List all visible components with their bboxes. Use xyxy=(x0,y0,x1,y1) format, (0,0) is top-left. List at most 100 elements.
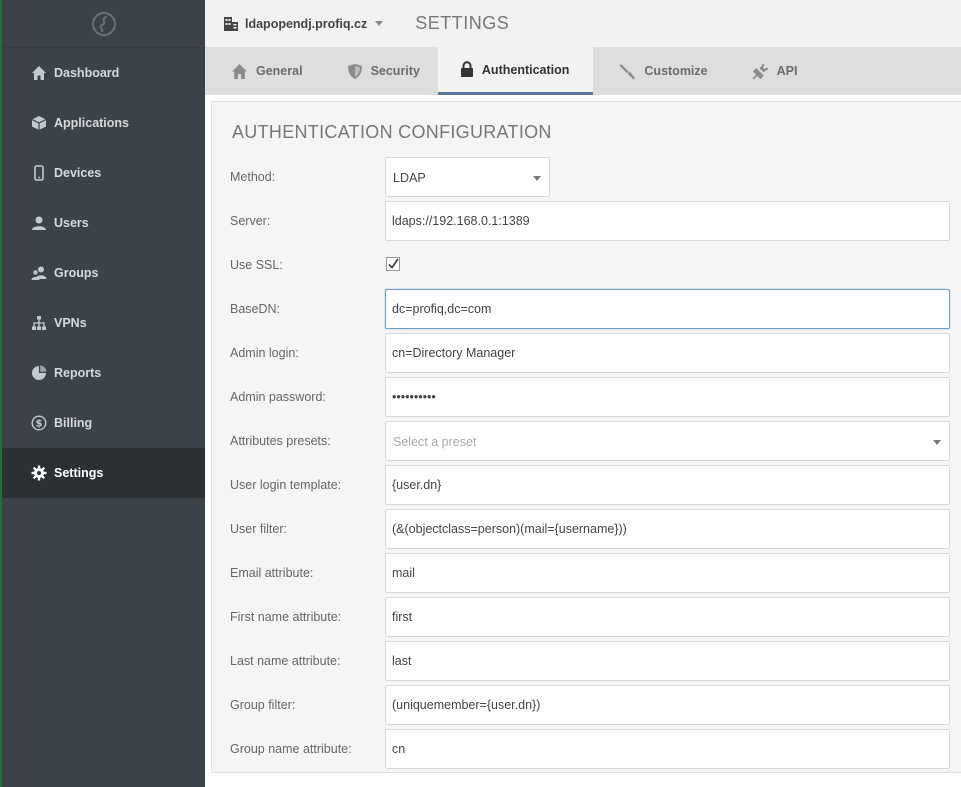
server-row: Server: xyxy=(230,201,950,241)
method-value: LDAP xyxy=(393,171,426,185)
user-login-template-row: User login template: xyxy=(230,465,950,505)
email-attribute-row: Email attribute: xyxy=(230,553,950,593)
site-name: ldapopendj.profiq.cz xyxy=(245,16,368,31)
admin-login-label: Admin login: xyxy=(230,346,299,360)
use-ssl-row: Use SSL: xyxy=(230,245,950,285)
tab-label: API xyxy=(776,64,798,78)
chevron-down-icon xyxy=(375,21,384,26)
base-dn-input[interactable] xyxy=(385,289,950,329)
last-name-attribute-row: Last name attribute: xyxy=(230,641,950,681)
section-title: AUTHENTICATION CONFIGURATION xyxy=(232,122,552,142)
tab-customize[interactable]: Customize xyxy=(593,47,725,95)
admin-password-input[interactable] xyxy=(385,377,950,417)
page-title: SETTINGS xyxy=(415,13,510,33)
use-ssl-label: Use SSL: xyxy=(230,258,283,272)
email-attribute-input[interactable] xyxy=(385,553,950,593)
sidebar-item-devices[interactable]: Devices xyxy=(2,148,205,198)
tab-label: General xyxy=(256,64,303,78)
tab-general[interactable]: General xyxy=(205,47,321,95)
sidebar-item-label: Applications xyxy=(54,116,130,130)
sidebar-item-label: Dashboard xyxy=(54,66,120,80)
sidebar-item-reports[interactable]: Reports xyxy=(2,348,205,398)
method-label: Method: xyxy=(230,170,276,184)
tab-security[interactable]: Security xyxy=(321,47,438,95)
sidebar-item-groups[interactable]: Groups xyxy=(2,248,205,298)
admin-password-row: Admin password: xyxy=(230,377,950,417)
settings-tabs: General Security Authentication Customiz… xyxy=(205,47,961,95)
sidebar-item-settings[interactable]: Settings xyxy=(2,448,205,498)
svg-text:$: $ xyxy=(36,419,43,430)
group-filter-label: Group filter: xyxy=(230,698,296,712)
sidebar-item-label: Groups xyxy=(54,266,99,280)
tab-api[interactable]: API xyxy=(726,47,816,95)
sidebar-item-billing[interactable]: $ Billing xyxy=(2,398,205,448)
building-icon xyxy=(223,16,239,32)
base-dn-label: BaseDN: xyxy=(230,302,281,316)
plug-icon xyxy=(752,63,769,80)
server-label: Server: xyxy=(230,214,271,228)
site-switcher[interactable]: ldapopendj.profiq.cz xyxy=(205,16,384,32)
user-login-template-input[interactable] xyxy=(385,465,950,505)
attributes-presets-placeholder: Select a preset xyxy=(393,435,477,449)
first-name-attribute-input[interactable] xyxy=(385,597,950,637)
admin-login-input[interactable] xyxy=(385,333,950,373)
user-filter-input[interactable] xyxy=(385,509,950,549)
logo-icon xyxy=(91,11,117,37)
server-input[interactable] xyxy=(385,201,950,241)
sidebar: Dashboard Applications Devices Users Gro… xyxy=(0,0,205,787)
group-filter-row: Group filter: xyxy=(230,685,950,725)
attributes-presets-select[interactable]: Select a preset xyxy=(385,421,950,461)
main-content: AUTHENTICATION CONFIGURATION Method: LDA… xyxy=(205,95,961,787)
method-select[interactable]: LDAP xyxy=(385,157,550,197)
user-filter-label: User filter: xyxy=(230,522,287,536)
first-name-attribute-row: First name attribute: xyxy=(230,597,950,637)
sidebar-item-label: Billing xyxy=(54,416,93,430)
home-icon xyxy=(30,64,48,82)
tab-authentication[interactable]: Authentication xyxy=(437,47,594,95)
user-filter-row: User filter: xyxy=(230,509,950,549)
auth-config-panel: AUTHENTICATION CONFIGURATION Method: LDA… xyxy=(211,101,961,773)
admin-login-row: Admin login: xyxy=(230,333,950,373)
sidebar-item-users[interactable]: Users xyxy=(2,198,205,248)
tab-label: Security xyxy=(370,64,420,78)
sidebar-item-label: Devices xyxy=(54,166,102,180)
chevron-down-icon xyxy=(933,440,941,445)
attributes-presets-label: Attributes presets: xyxy=(230,434,331,448)
sidebar-logo[interactable] xyxy=(2,0,205,48)
last-name-attribute-input[interactable] xyxy=(385,641,950,681)
cube-icon xyxy=(30,114,48,132)
pie-chart-icon xyxy=(30,364,48,382)
gear-icon xyxy=(30,464,48,482)
use-ssl-checkbox[interactable] xyxy=(385,256,401,275)
network-icon xyxy=(30,314,48,332)
group-name-attribute-row: Group name attribute: xyxy=(230,729,950,769)
method-row: Method: LDAP xyxy=(230,157,950,197)
group-filter-input[interactable] xyxy=(385,685,950,725)
home-icon xyxy=(231,63,248,80)
tab-label: Authentication xyxy=(481,62,570,77)
sidebar-item-label: Settings xyxy=(54,466,104,480)
sidebar-item-label: Users xyxy=(54,216,89,230)
first-name-attribute-label: First name attribute: xyxy=(230,610,342,624)
brush-icon xyxy=(619,63,636,80)
sidebar-item-dashboard[interactable]: Dashboard xyxy=(2,48,205,98)
attributes-presets-row: Attributes presets: Select a preset xyxy=(230,421,950,461)
sidebar-item-label: Reports xyxy=(54,366,102,380)
user-login-template-label: User login template: xyxy=(230,478,342,492)
tab-label: Customize xyxy=(644,64,708,78)
sidebar-item-applications[interactable]: Applications xyxy=(2,98,205,148)
checkmark-icon xyxy=(385,256,401,275)
dollar-icon: $ xyxy=(30,414,48,432)
group-name-attribute-input[interactable] xyxy=(385,729,950,769)
lock-icon xyxy=(460,61,474,78)
last-name-attribute-label: Last name attribute: xyxy=(230,654,341,668)
email-attribute-label: Email attribute: xyxy=(230,566,314,580)
base-dn-row: BaseDN: xyxy=(230,289,950,329)
sidebar-item-vpns[interactable]: VPNs xyxy=(2,298,205,348)
chevron-down-icon xyxy=(533,176,541,181)
users-icon xyxy=(30,264,48,282)
phone-icon xyxy=(30,164,48,182)
user-icon xyxy=(30,214,48,232)
group-name-attribute-label: Group name attribute: xyxy=(230,742,352,756)
shield-icon xyxy=(347,63,363,80)
